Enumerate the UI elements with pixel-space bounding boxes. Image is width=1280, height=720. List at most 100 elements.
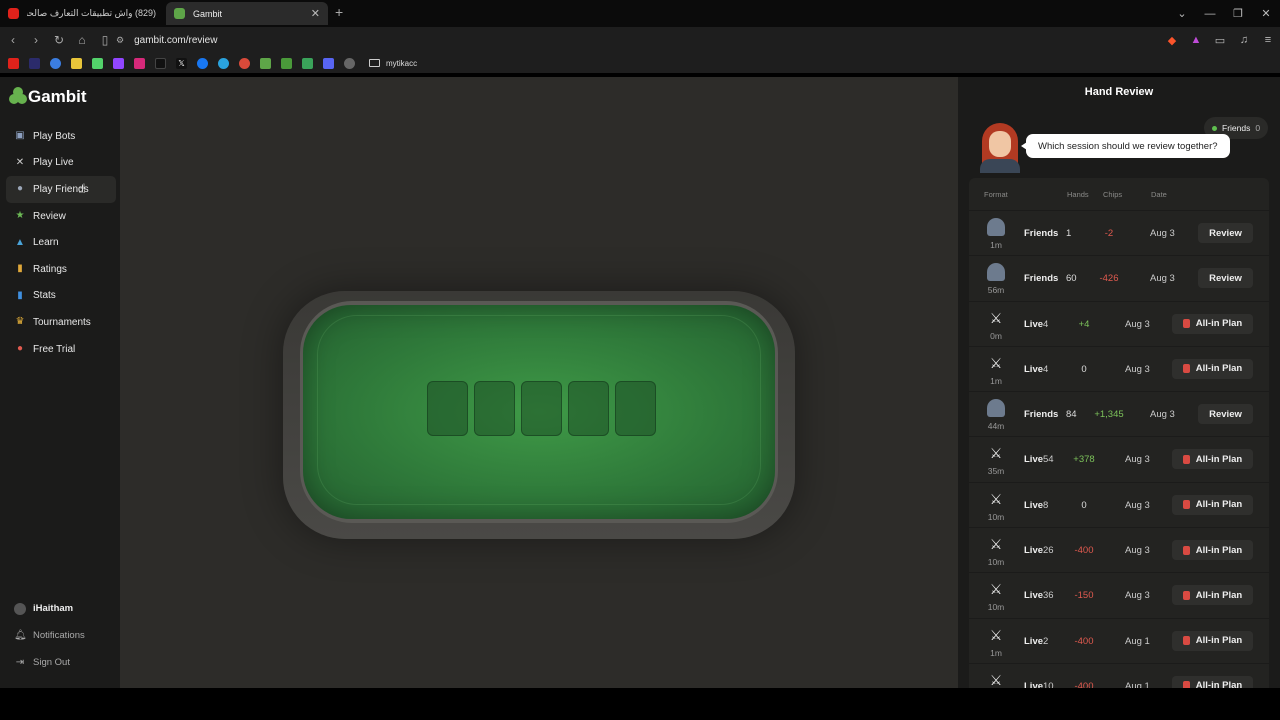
sign-out-link[interactable]: ⇥ Sign Out bbox=[6, 649, 116, 676]
all-in-plan-button[interactable]: All-in Plan bbox=[1172, 675, 1253, 688]
facebook-icon[interactable] bbox=[197, 57, 208, 69]
table-row[interactable]: 56m Friends 60 -426 Aug 3 Review bbox=[969, 255, 1269, 300]
session-hands: 1 bbox=[1066, 228, 1072, 239]
reload-icon[interactable]: ↻ bbox=[49, 33, 69, 47]
all-in-plan-button[interactable]: All-in Plan bbox=[1172, 449, 1253, 470]
table-row[interactable]: ⚔ 10m Live36 -150 Aug 3 All-in Plan bbox=[969, 572, 1269, 617]
table-row[interactable]: ⚔ 10m Live26 -400 Aug 3 All-in Plan bbox=[969, 527, 1269, 572]
table-row[interactable]: ⚔ 10m Live8 0 Aug 3 All-in Plan bbox=[969, 481, 1269, 527]
bookmark-icon[interactable] bbox=[71, 57, 82, 69]
user-profile[interactable]: iHaitham bbox=[6, 595, 116, 622]
session-chips: -400 bbox=[1074, 545, 1094, 557]
forward-icon[interactable]: › bbox=[26, 33, 46, 47]
back-icon[interactable]: ‹ bbox=[3, 33, 23, 47]
tiktok-icon[interactable] bbox=[155, 57, 166, 69]
table-row[interactable]: ⚔ 0m Live4 +4 Aug 3 All-in Plan bbox=[969, 300, 1269, 346]
kick-icon[interactable] bbox=[92, 57, 103, 69]
session-format: Friends bbox=[1024, 228, 1058, 239]
bookmark-icon[interactable] bbox=[29, 57, 40, 69]
button-label: All-in Plan bbox=[1195, 544, 1243, 556]
button-label: All-in Plan bbox=[1195, 589, 1243, 601]
all-in-plan-button[interactable]: All-in Plan bbox=[1172, 494, 1253, 515]
bookmark-icon[interactable] bbox=[239, 57, 250, 69]
sidebar-item-label: Tournaments bbox=[33, 316, 91, 328]
tab-gambit[interactable]: Gambit ✕ bbox=[166, 2, 328, 25]
bookmark-icon[interactable] bbox=[50, 57, 61, 69]
discord-icon[interactable] bbox=[323, 57, 334, 69]
tab-youtube[interactable]: (829) واش تطبيقات التعارف صالحة للز bbox=[0, 2, 164, 25]
menu-icon[interactable]: ≡ bbox=[1256, 34, 1280, 46]
card-slot bbox=[427, 381, 468, 436]
brave-shields-icon[interactable]: ◆ bbox=[1160, 34, 1184, 47]
poker-table bbox=[283, 291, 795, 539]
all-in-plan-button[interactable]: All-in Plan bbox=[1172, 313, 1253, 334]
restore-icon[interactable]: ❐ bbox=[1224, 7, 1252, 20]
table-header: Format Hands Chips Date bbox=[969, 178, 1269, 210]
media-icon[interactable]: ♫ bbox=[1232, 34, 1256, 46]
community-card-slots bbox=[427, 381, 656, 436]
format-suffix: 8 bbox=[1043, 499, 1049, 511]
all-in-plan-button[interactable]: All-in Plan bbox=[1172, 585, 1253, 606]
sidebar-item-stats[interactable]: ▮ Stats bbox=[6, 283, 116, 310]
sidebar-item-learn[interactable]: ▲ Learn bbox=[6, 229, 116, 256]
sign-out-label: Sign Out bbox=[33, 657, 70, 668]
site-info-icon[interactable]: ⚙ bbox=[116, 35, 124, 46]
bookmark-icon[interactable] bbox=[281, 57, 292, 69]
review-button[interactable]: Review bbox=[1198, 268, 1253, 289]
sidebar-item-review[interactable]: ★ Review bbox=[6, 203, 116, 230]
gambit-logo[interactable]: Gambit bbox=[9, 87, 87, 107]
bookmark-icon[interactable] bbox=[302, 57, 313, 69]
sidebar-item-free-trial[interactable]: ● Free Trial bbox=[6, 336, 116, 363]
sidebar-item-play-live[interactable]: ✕ Play Live bbox=[6, 150, 116, 177]
tab-list-icon[interactable]: ⌄ bbox=[1168, 7, 1196, 20]
session-chips: 0 bbox=[1081, 499, 1087, 511]
session-chips: +378 bbox=[1073, 454, 1095, 466]
sidebar-toggle-icon[interactable]: ▭ bbox=[1208, 34, 1232, 47]
bookmark-folder-label: mytikacc bbox=[386, 58, 418, 68]
crossed-swords-icon: ⚔ bbox=[989, 581, 1003, 598]
telegram-icon[interactable] bbox=[218, 57, 229, 69]
all-in-plan-button[interactable]: All-in Plan bbox=[1172, 540, 1253, 561]
youtube-bookmark-icon[interactable] bbox=[8, 57, 19, 69]
session-chips: -150 bbox=[1074, 590, 1094, 602]
url-text[interactable]: gambit.com/review bbox=[134, 35, 217, 46]
crossed-swords-icon: ⚔ bbox=[989, 626, 1003, 643]
table-row[interactable]: 1m Friends 1 -2 Aug 3 Review bbox=[969, 210, 1269, 255]
table-row[interactable]: ⚔ Live10 -400 Aug 1 All-in Plan bbox=[969, 662, 1269, 688]
bell-icon: 🔔︎ bbox=[14, 630, 27, 641]
minimize-icon[interactable]: — bbox=[1196, 8, 1224, 20]
card-slot bbox=[521, 381, 562, 436]
all-in-plan-button[interactable]: All-in Plan bbox=[1172, 358, 1253, 379]
table-row[interactable]: 44m Friends 84 +1,345 Aug 3 Review bbox=[969, 391, 1269, 436]
notifications-link[interactable]: 🔔︎ Notifications bbox=[6, 622, 116, 649]
format-name: Live bbox=[1024, 545, 1044, 557]
close-icon[interactable]: ✕ bbox=[311, 7, 320, 20]
table-row[interactable]: ⚔ 1m Live4 0 Aug 3 All-in Plan bbox=[969, 345, 1269, 391]
instagram-icon[interactable] bbox=[134, 57, 145, 69]
x-icon[interactable]: 𝕏 bbox=[176, 57, 187, 69]
brave-rewards-icon[interactable]: ▲ bbox=[1184, 34, 1208, 46]
button-label: Review bbox=[1209, 272, 1242, 284]
all-in-plan-button[interactable]: All-in Plan bbox=[1172, 630, 1253, 651]
table-row[interactable]: ⚔ 35m Live54 +378 Aug 3 All-in Plan bbox=[969, 436, 1269, 481]
home-icon[interactable]: ⌂ bbox=[72, 33, 92, 47]
bookmark-folder[interactable]: mytikacc bbox=[369, 59, 417, 68]
close-window-icon[interactable]: ✕ bbox=[1252, 7, 1280, 20]
sidebar-item-ratings[interactable]: ▮ Ratings bbox=[6, 256, 116, 283]
friends-label: Friends bbox=[1222, 123, 1251, 133]
button-label: All-in Plan bbox=[1195, 680, 1243, 688]
address-bar[interactable]: ⚙ gambit.com/review bbox=[108, 30, 1148, 50]
sidebar-item-play-bots[interactable]: ▣ Play Bots bbox=[6, 123, 116, 150]
sidebar-item-tournaments[interactable]: ♛ Tournaments bbox=[6, 309, 116, 336]
new-tab-button[interactable]: + bbox=[335, 4, 343, 20]
sidebar-item-play-friends[interactable]: ● Play Friends bbox=[6, 176, 116, 203]
session-date: Aug 1 bbox=[1125, 635, 1150, 647]
review-button[interactable]: Review bbox=[1198, 223, 1253, 243]
globe-icon[interactable] bbox=[344, 57, 355, 69]
twitch-icon[interactable] bbox=[113, 57, 124, 69]
review-button[interactable]: Review bbox=[1198, 404, 1253, 425]
online-dot-icon bbox=[1212, 125, 1217, 131]
table-row[interactable]: ⚔ 1m Live2 -400 Aug 1 All-in Plan bbox=[969, 617, 1269, 663]
session-duration: 1m bbox=[990, 647, 1002, 658]
gambit-bookmark-icon[interactable] bbox=[260, 57, 271, 69]
